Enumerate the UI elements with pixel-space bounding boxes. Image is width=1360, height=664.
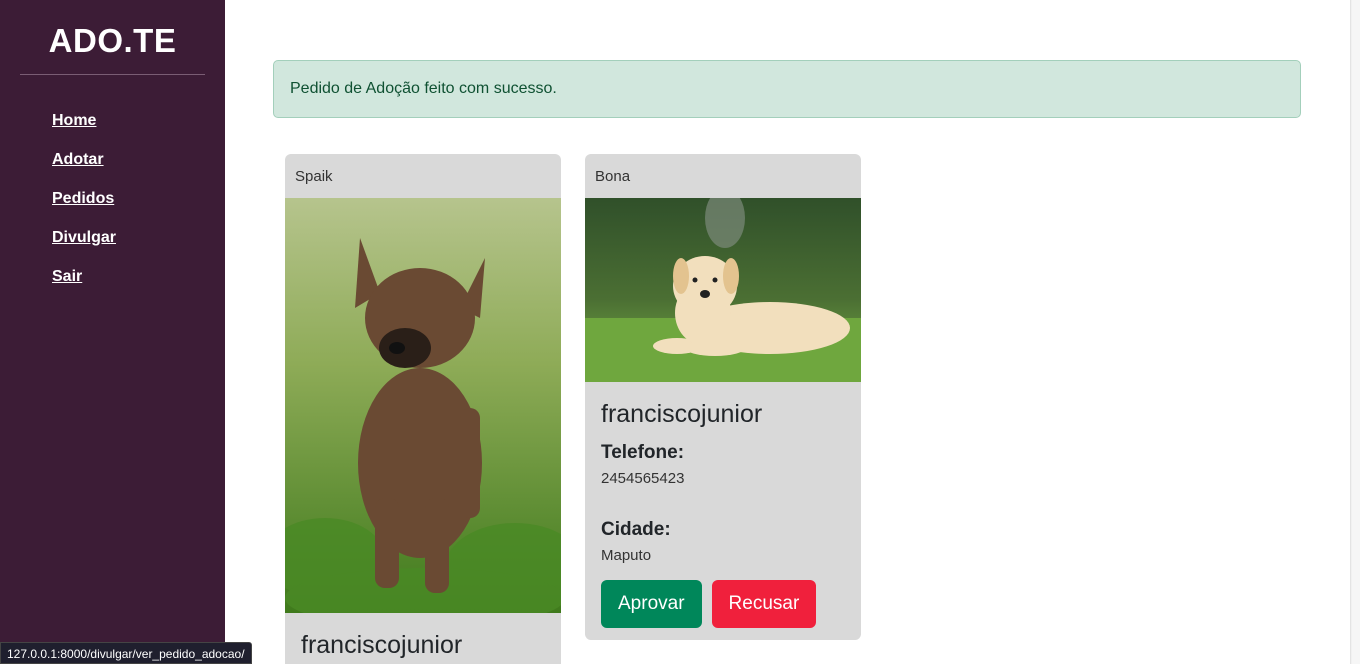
sidebar-item-divulgar: Divulgar — [52, 229, 116, 268]
pet-card-bona: Bona franciscojunior Telefone: 245456542… — [585, 154, 861, 640]
sidebar-item-adotar: Adotar — [52, 151, 116, 190]
sidebar-item-pedidos: Pedidos — [52, 190, 116, 229]
nav-link-divulgar[interactable]: Divulgar — [52, 229, 116, 246]
status-bar-url: 127.0.0.1:8000/divulgar/ver_pedido_adoca… — [0, 642, 252, 664]
puppy-photo-illustration — [585, 198, 861, 382]
nav-link-home[interactable]: Home — [52, 112, 96, 129]
sidebar-divider — [20, 74, 205, 75]
sidebar: ADO.TE Home Adotar Pedidos Divulgar Sair — [0, 0, 225, 664]
nav-link-sair[interactable]: Sair — [52, 268, 82, 285]
username: franciscojunior — [601, 400, 763, 428]
pet-photo — [285, 198, 561, 613]
pet-name: Bona — [595, 168, 631, 185]
pet-card-spaik: Spaik franciscojunior — [285, 154, 561, 664]
success-alert: Pedido de Adoção feito com sucesso. — [273, 60, 1301, 118]
phone-value: 2454565423 — [601, 470, 685, 487]
brand-logo[interactable]: ADO.TE — [0, 22, 225, 60]
scrollbar-thumb[interactable] — [1352, 0, 1360, 664]
city-value: Maputo — [601, 547, 652, 564]
sidebar-nav: Home Adotar Pedidos Divulgar Sair — [52, 112, 116, 307]
puppy-photo-illustration — [285, 198, 561, 613]
nav-link-adotar[interactable]: Adotar — [52, 151, 104, 168]
sidebar-item-sair: Sair — [52, 268, 116, 307]
card-body: franciscojunior — [285, 613, 561, 664]
sidebar-item-home: Home — [52, 112, 116, 151]
page-scrollbar[interactable] — [1350, 0, 1360, 664]
approve-button[interactable]: Aprovar — [601, 580, 702, 628]
city-label: Cidade: — [601, 519, 671, 540]
card-actions: Aprovar Recusar — [601, 580, 845, 628]
username: franciscojunior — [301, 631, 463, 659]
nav-link-pedidos[interactable]: Pedidos — [52, 190, 114, 207]
phone-label: Telefone: — [601, 442, 685, 463]
pet-photo — [585, 198, 861, 382]
reject-button[interactable]: Recusar — [711, 580, 817, 628]
card-body: franciscojunior Telefone: 2454565423 Cid… — [585, 382, 861, 640]
pet-name: Spaik — [295, 168, 333, 185]
